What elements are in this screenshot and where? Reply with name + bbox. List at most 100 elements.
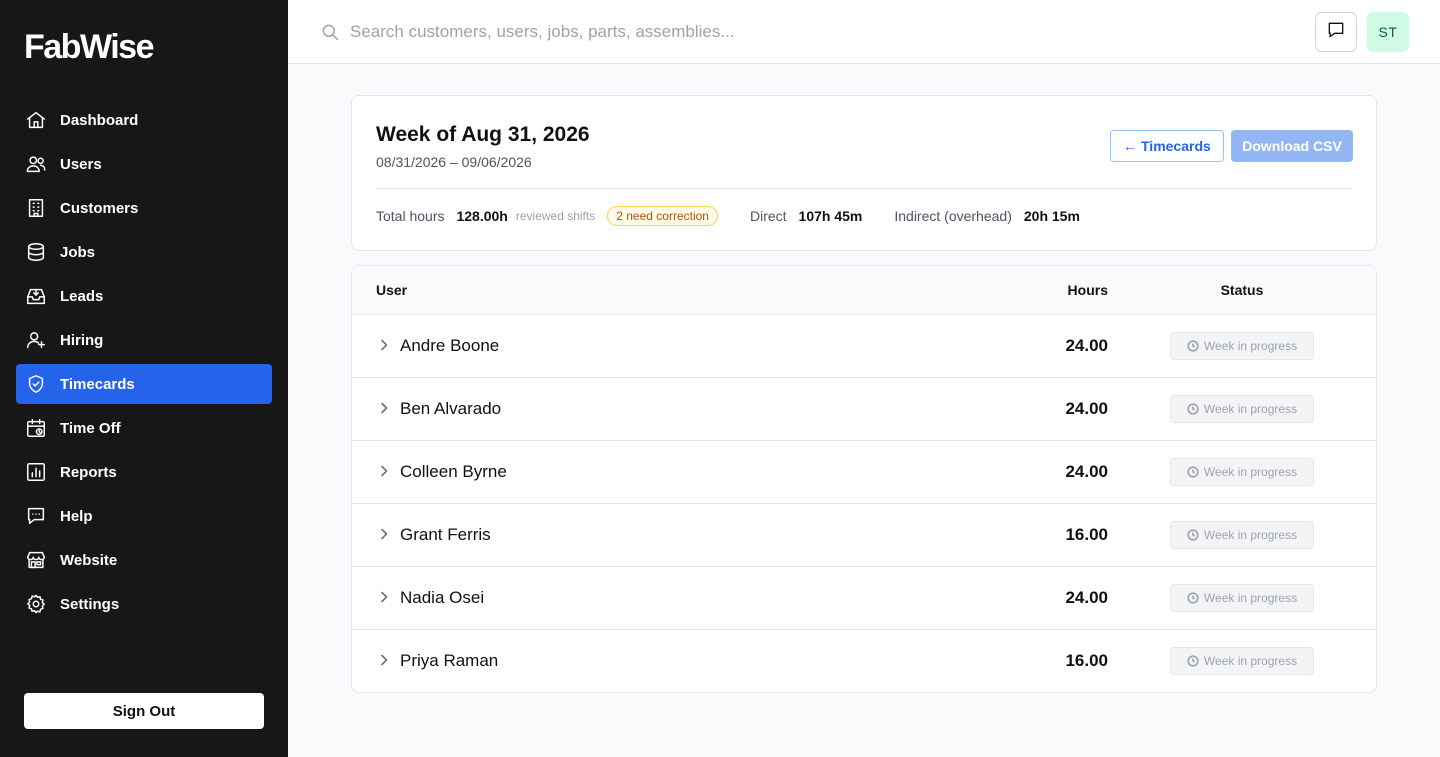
status-badge: Week in progress <box>1170 458 1314 486</box>
user-name: Grant Ferris <box>400 525 491 544</box>
user-hours: 24.00 <box>1065 588 1108 607</box>
user-hours: 16.00 <box>1065 651 1108 670</box>
table-row[interactable]: Andre Boone 24.00 Week in progress <box>352 315 1376 378</box>
sidebar-item-time-off[interactable]: Time Off <box>16 408 272 448</box>
search-input[interactable] <box>350 18 1050 46</box>
hours-summary: Total hours 128.00h reviewed shifts 2 ne… <box>376 204 1080 228</box>
week-summary-card: Week of Aug 31, 2026 08/31/2026 – 09/06/… <box>351 95 1377 251</box>
gear-icon <box>24 592 48 616</box>
chevron-right-icon[interactable] <box>376 463 392 479</box>
table-row[interactable]: Grant Ferris 16.00 Week in progress <box>352 504 1376 567</box>
indirect-hours-label: Indirect (overhead) <box>894 208 1012 224</box>
inbox-icon <box>24 284 48 308</box>
bar-chart-icon <box>24 460 48 484</box>
clock-icon <box>1187 655 1199 667</box>
status-text: Week in progress <box>1203 528 1298 542</box>
back-button-label: Timecards <box>1141 138 1211 154</box>
building-icon <box>24 196 48 220</box>
storefront-icon <box>24 548 48 572</box>
status-text: Week in progress <box>1203 339 1298 353</box>
user-name: Andre Boone <box>400 336 500 355</box>
table-row[interactable]: Colleen Byrne 24.00 Week in progress <box>352 441 1376 504</box>
sidebar-item-label: Reports <box>60 463 117 481</box>
user-name: Nadia Osei <box>400 588 485 607</box>
sidebar-item-label: Leads <box>60 287 104 305</box>
column-header-hours: Hours <box>1067 282 1108 298</box>
brand-logo[interactable]: FabWise <box>24 28 155 67</box>
clock-icon <box>1187 592 1199 604</box>
sidebar-item-dashboard[interactable]: Dashboard <box>16 100 272 140</box>
sidebar-item-label: Customers <box>60 199 139 217</box>
sidebar-item-label: Timecards <box>60 375 135 393</box>
search-icon <box>320 22 340 42</box>
table-header: User Hours Status <box>352 266 1376 315</box>
total-hours-value: 128.00h <box>456 208 508 224</box>
sidebar-item-help[interactable]: Help <box>16 496 272 536</box>
status-text: Week in progress <box>1203 654 1298 668</box>
status-badge: Week in progress <box>1170 584 1314 612</box>
table-row[interactable]: Nadia Osei 24.00 Week in progress <box>352 567 1376 630</box>
sidebar: FabWise Dashboard Users Customers Jobs L… <box>0 0 288 757</box>
sign-out-button[interactable]: Sign Out <box>24 693 264 729</box>
sidebar-item-jobs[interactable]: Jobs <box>16 232 272 272</box>
direct-hours-value: 107h 45m <box>798 208 863 224</box>
avatar[interactable]: ST <box>1367 12 1409 52</box>
column-header-user: User <box>376 282 408 298</box>
sidebar-item-settings[interactable]: Settings <box>16 584 272 624</box>
sidebar-item-label: Jobs <box>60 243 96 261</box>
clock-icon <box>1187 340 1199 352</box>
chevron-right-icon[interactable] <box>376 400 392 416</box>
shield-check-icon <box>24 372 48 396</box>
total-hours-label: Total hours <box>376 208 445 224</box>
user-name: Ben Alvarado <box>400 399 502 418</box>
user-name: Colleen Byrne <box>400 462 507 481</box>
users-icon <box>24 152 48 176</box>
sidebar-item-hiring[interactable]: Hiring <box>16 320 272 360</box>
status-badge: Week in progress <box>1170 332 1314 360</box>
status-text: Week in progress <box>1203 465 1298 479</box>
user-hours: 24.00 <box>1065 336 1108 355</box>
sidebar-item-label: Help <box>60 507 93 525</box>
table-row[interactable]: Priya Raman 16.00 Week in progress <box>352 630 1376 692</box>
message-icon <box>1326 20 1346 45</box>
column-header-status: Status <box>1220 282 1264 298</box>
page-title: Week of Aug 31, 2026 <box>376 123 590 146</box>
database-icon <box>24 240 48 264</box>
sidebar-item-users[interactable]: Users <box>16 144 272 184</box>
status-text: Week in progress <box>1203 591 1298 605</box>
user-hours: 16.00 <box>1065 525 1108 544</box>
timecards-table: User Hours Status Andre Boone 24.00 Week… <box>351 265 1377 693</box>
reviewed-shifts-note: reviewed shifts <box>515 209 596 223</box>
user-name: Priya Raman <box>400 651 499 670</box>
home-icon <box>24 108 48 132</box>
sidebar-item-website[interactable]: Website <box>16 540 272 580</box>
chevron-right-icon[interactable] <box>376 526 392 542</box>
sidebar-item-timecards[interactable]: Timecards <box>16 364 272 404</box>
sidebar-item-reports[interactable]: Reports <box>16 452 272 492</box>
sidebar-item-leads[interactable]: Leads <box>16 276 272 316</box>
chevron-right-icon[interactable] <box>376 337 392 353</box>
correction-badge: 2 need correction <box>607 206 718 226</box>
sidebar-item-label: Settings <box>60 595 120 613</box>
status-badge: Week in progress <box>1170 395 1314 423</box>
download-csv-button[interactable]: Download CSV <box>1231 130 1353 162</box>
chevron-right-icon[interactable] <box>376 652 392 668</box>
chat-bubble-icon <box>24 504 48 528</box>
clock-icon <box>1187 403 1199 415</box>
status-badge: Week in progress <box>1170 647 1314 675</box>
chevron-right-icon[interactable] <box>376 589 392 605</box>
arrow-left-icon: ← <box>1123 138 1137 154</box>
messages-button[interactable] <box>1315 12 1357 52</box>
divider <box>376 188 1352 189</box>
user-hours: 24.00 <box>1065 462 1108 481</box>
top-bar: ST <box>288 0 1440 64</box>
sidebar-item-customers[interactable]: Customers <box>16 188 272 228</box>
back-to-timecards-button[interactable]: ← Timecards <box>1110 130 1224 162</box>
status-badge: Week in progress <box>1170 521 1314 549</box>
direct-hours-label: Direct <box>749 208 787 224</box>
sidebar-item-label: Website <box>60 551 118 569</box>
sidebar-nav: Dashboard Users Customers Jobs Leads Hir… <box>16 100 272 628</box>
table-row[interactable]: Ben Alvarado 24.00 Week in progress <box>352 378 1376 441</box>
clock-icon <box>1187 466 1199 478</box>
sidebar-item-label: Dashboard <box>60 111 139 129</box>
